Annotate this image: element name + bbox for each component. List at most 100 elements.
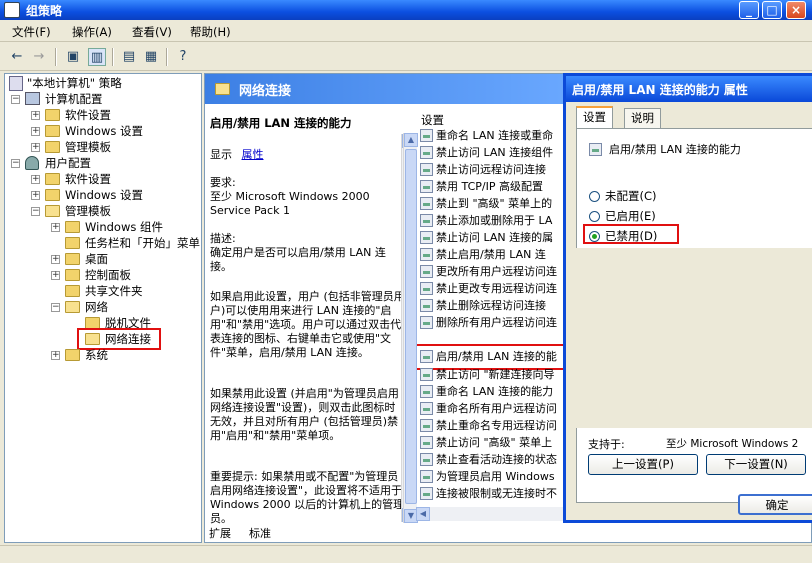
expand-icon[interactable]: +	[51, 271, 60, 280]
radio-enabled[interactable]	[589, 211, 600, 222]
folder-open-icon	[215, 83, 230, 95]
highlight-disabled-option	[583, 224, 679, 244]
policy-item[interactable]: 禁止添加或删除用于 LA	[420, 212, 580, 229]
policy-item[interactable]: 禁止访问远程访问连接	[420, 161, 580, 178]
forward-arrow-icon[interactable]: →	[30, 48, 48, 66]
user-icon	[25, 156, 39, 170]
policy-setting-icon	[420, 385, 433, 398]
description-paragraph-1: 如果启用此设置，用户 (包括非管理员用户)可以使用用来进行 LAN 连接的"启用…	[210, 290, 405, 359]
policy-setting-icon	[420, 214, 433, 227]
policy-setting-icon	[420, 368, 433, 381]
empty-area	[576, 248, 812, 428]
policy-item[interactable]: 禁用 TCP/IP 高级配置	[420, 178, 580, 195]
folder-icon	[65, 269, 80, 281]
section-title: 网络连接	[239, 84, 292, 99]
policy-item[interactable]: 禁止到 "高级" 菜单上的	[420, 195, 580, 212]
close-button[interactable]: ×	[786, 1, 806, 19]
expand-icon[interactable]: +	[51, 255, 60, 264]
scroll-left-icon[interactable]: ◀	[416, 507, 430, 521]
policy-item[interactable]: 禁止启用/禁用 LAN 连	[420, 246, 580, 263]
toolbar-separator	[55, 48, 57, 66]
back-arrow-icon[interactable]: ←	[8, 48, 26, 66]
menu-help[interactable]: 帮助(H)	[190, 24, 231, 40]
policy-item[interactable]: 禁止删除远程访问连接	[420, 297, 580, 314]
expand-icon[interactable]: +	[31, 191, 40, 200]
policy-item[interactable]: 重命名 LAN 连接的能力	[420, 383, 566, 400]
policy-item[interactable]: 禁止访问 "高级" 菜单上	[420, 434, 566, 451]
menu-file[interactable]: 文件(F)	[12, 24, 51, 40]
description-paragraph-2: 如果禁用此设置 (并启用"为管理员启用网络连接设置"设置)，则双击此图标时无效，…	[210, 387, 399, 442]
toolbar: ← → ▣ ▥ ▤ ▦ ?	[0, 43, 812, 71]
description-text: 确定用户是否可以启用/禁用 LAN 连接。	[210, 246, 386, 273]
setting-name-row: 启用/禁用 LAN 连接的能力	[589, 141, 809, 158]
properties-dialog: 启用/禁用 LAN 连接的能力 属性 设置 说明 启用/禁用 LAN 连接的能力…	[563, 73, 812, 523]
folder-icon	[65, 253, 80, 265]
policy-item[interactable]: 禁止更改专用远程访问连	[420, 280, 580, 297]
properties-link[interactable]: 属性	[242, 148, 264, 161]
export-list-icon[interactable]: ▦	[142, 48, 160, 66]
properties-icon[interactable]: ▤	[120, 48, 138, 66]
maximize-button[interactable]: □	[762, 1, 782, 19]
show-tree-icon[interactable]: ▥	[88, 48, 106, 66]
policy-item[interactable]: 重命名所有用户远程访问	[420, 400, 566, 417]
menu-action[interactable]: 操作(A)	[72, 24, 112, 40]
collapse-icon[interactable]: −	[31, 207, 40, 216]
collapse-icon[interactable]: −	[11, 159, 20, 168]
policy-setting-icon	[420, 248, 433, 261]
policy-item[interactable]: 连接被限制或无连接时不	[420, 485, 566, 502]
previous-setting-button[interactable]: 上一设置(P)	[588, 454, 698, 475]
dialog-title-bar: 启用/禁用 LAN 连接的能力 属性	[566, 76, 812, 102]
expand-icon[interactable]: +	[51, 223, 60, 232]
ok-button[interactable]: 确定	[738, 494, 812, 515]
menu-bar: 文件(F) 操作(A) 查看(V) 帮助(H)	[0, 20, 812, 42]
policy-icon	[9, 76, 23, 91]
computer-icon	[25, 92, 40, 105]
policy-item[interactable]: 重命名 LAN 连接或重命	[420, 127, 580, 144]
folder-icon	[65, 221, 80, 233]
expand-icon[interactable]: +	[51, 351, 60, 360]
policy-item[interactable]: 为管理员启用 Windows	[420, 468, 566, 485]
policy-title: 启用/禁用 LAN 连接的能力	[210, 116, 352, 130]
expand-icon[interactable]: +	[31, 175, 40, 184]
supported-label: 支持于:	[588, 438, 625, 451]
menu-view[interactable]: 查看(V)	[132, 24, 172, 40]
expand-icon[interactable]: +	[31, 127, 40, 136]
label-enabled: 已启用(E)	[605, 209, 656, 223]
list-scrollbar[interactable]: ▲ ▼	[403, 133, 418, 523]
collapse-icon[interactable]: −	[51, 303, 60, 312]
policy-item[interactable]: 禁止查看活动连接的状态	[420, 451, 566, 468]
tab-explain[interactable]: 说明	[624, 108, 661, 128]
policy-item[interactable]: 更改所有用户远程访问连	[420, 263, 580, 280]
list-horizontal-scrollbar[interactable]: ◀	[416, 507, 564, 521]
description-label: 描述:	[210, 232, 236, 245]
policy-item[interactable]: 禁止访问 "新建连接向导	[420, 366, 566, 383]
minimize-button[interactable]: _	[739, 1, 759, 19]
collapse-icon[interactable]: −	[11, 95, 20, 104]
policy-item[interactable]: 禁止访问 LAN 连接的属	[420, 229, 580, 246]
policy-item[interactable]: 禁止重命名专用远程访问	[420, 417, 566, 434]
policy-setting-icon	[420, 487, 433, 500]
expand-icon[interactable]: +	[31, 143, 40, 152]
scroll-up-icon[interactable]: ▲	[404, 133, 418, 147]
requirements-text: 要求: 至少 Microsoft Windows 2000 Service Pa…	[210, 176, 370, 217]
scroll-thumb[interactable]	[405, 149, 417, 504]
help-icon[interactable]: ?	[174, 48, 192, 66]
policy-item[interactable]: 删除所有用户远程访问连	[420, 314, 580, 331]
folder-icon	[45, 173, 60, 185]
expand-icon[interactable]: +	[31, 111, 40, 120]
policy-setting-icon	[420, 299, 433, 312]
policy-setting-icon	[420, 265, 433, 278]
folder-icon	[45, 109, 60, 121]
policy-item[interactable]: 禁止访问 LAN 连接组件	[420, 144, 580, 161]
policy-setting-icon	[420, 402, 433, 415]
radio-not-configured[interactable]	[589, 191, 600, 202]
tab-extended[interactable]: 扩展	[209, 525, 231, 541]
policy-setting-icon	[420, 129, 433, 142]
up-folder-icon[interactable]: ▣	[64, 48, 82, 66]
folder-icon	[65, 237, 80, 249]
tab-standard[interactable]: 标准	[249, 525, 271, 541]
next-setting-button[interactable]: 下一设置(N)	[706, 454, 806, 475]
tab-settings[interactable]: 设置	[576, 106, 613, 128]
folder-open-icon	[45, 205, 60, 217]
policy-setting-icon	[420, 316, 433, 329]
